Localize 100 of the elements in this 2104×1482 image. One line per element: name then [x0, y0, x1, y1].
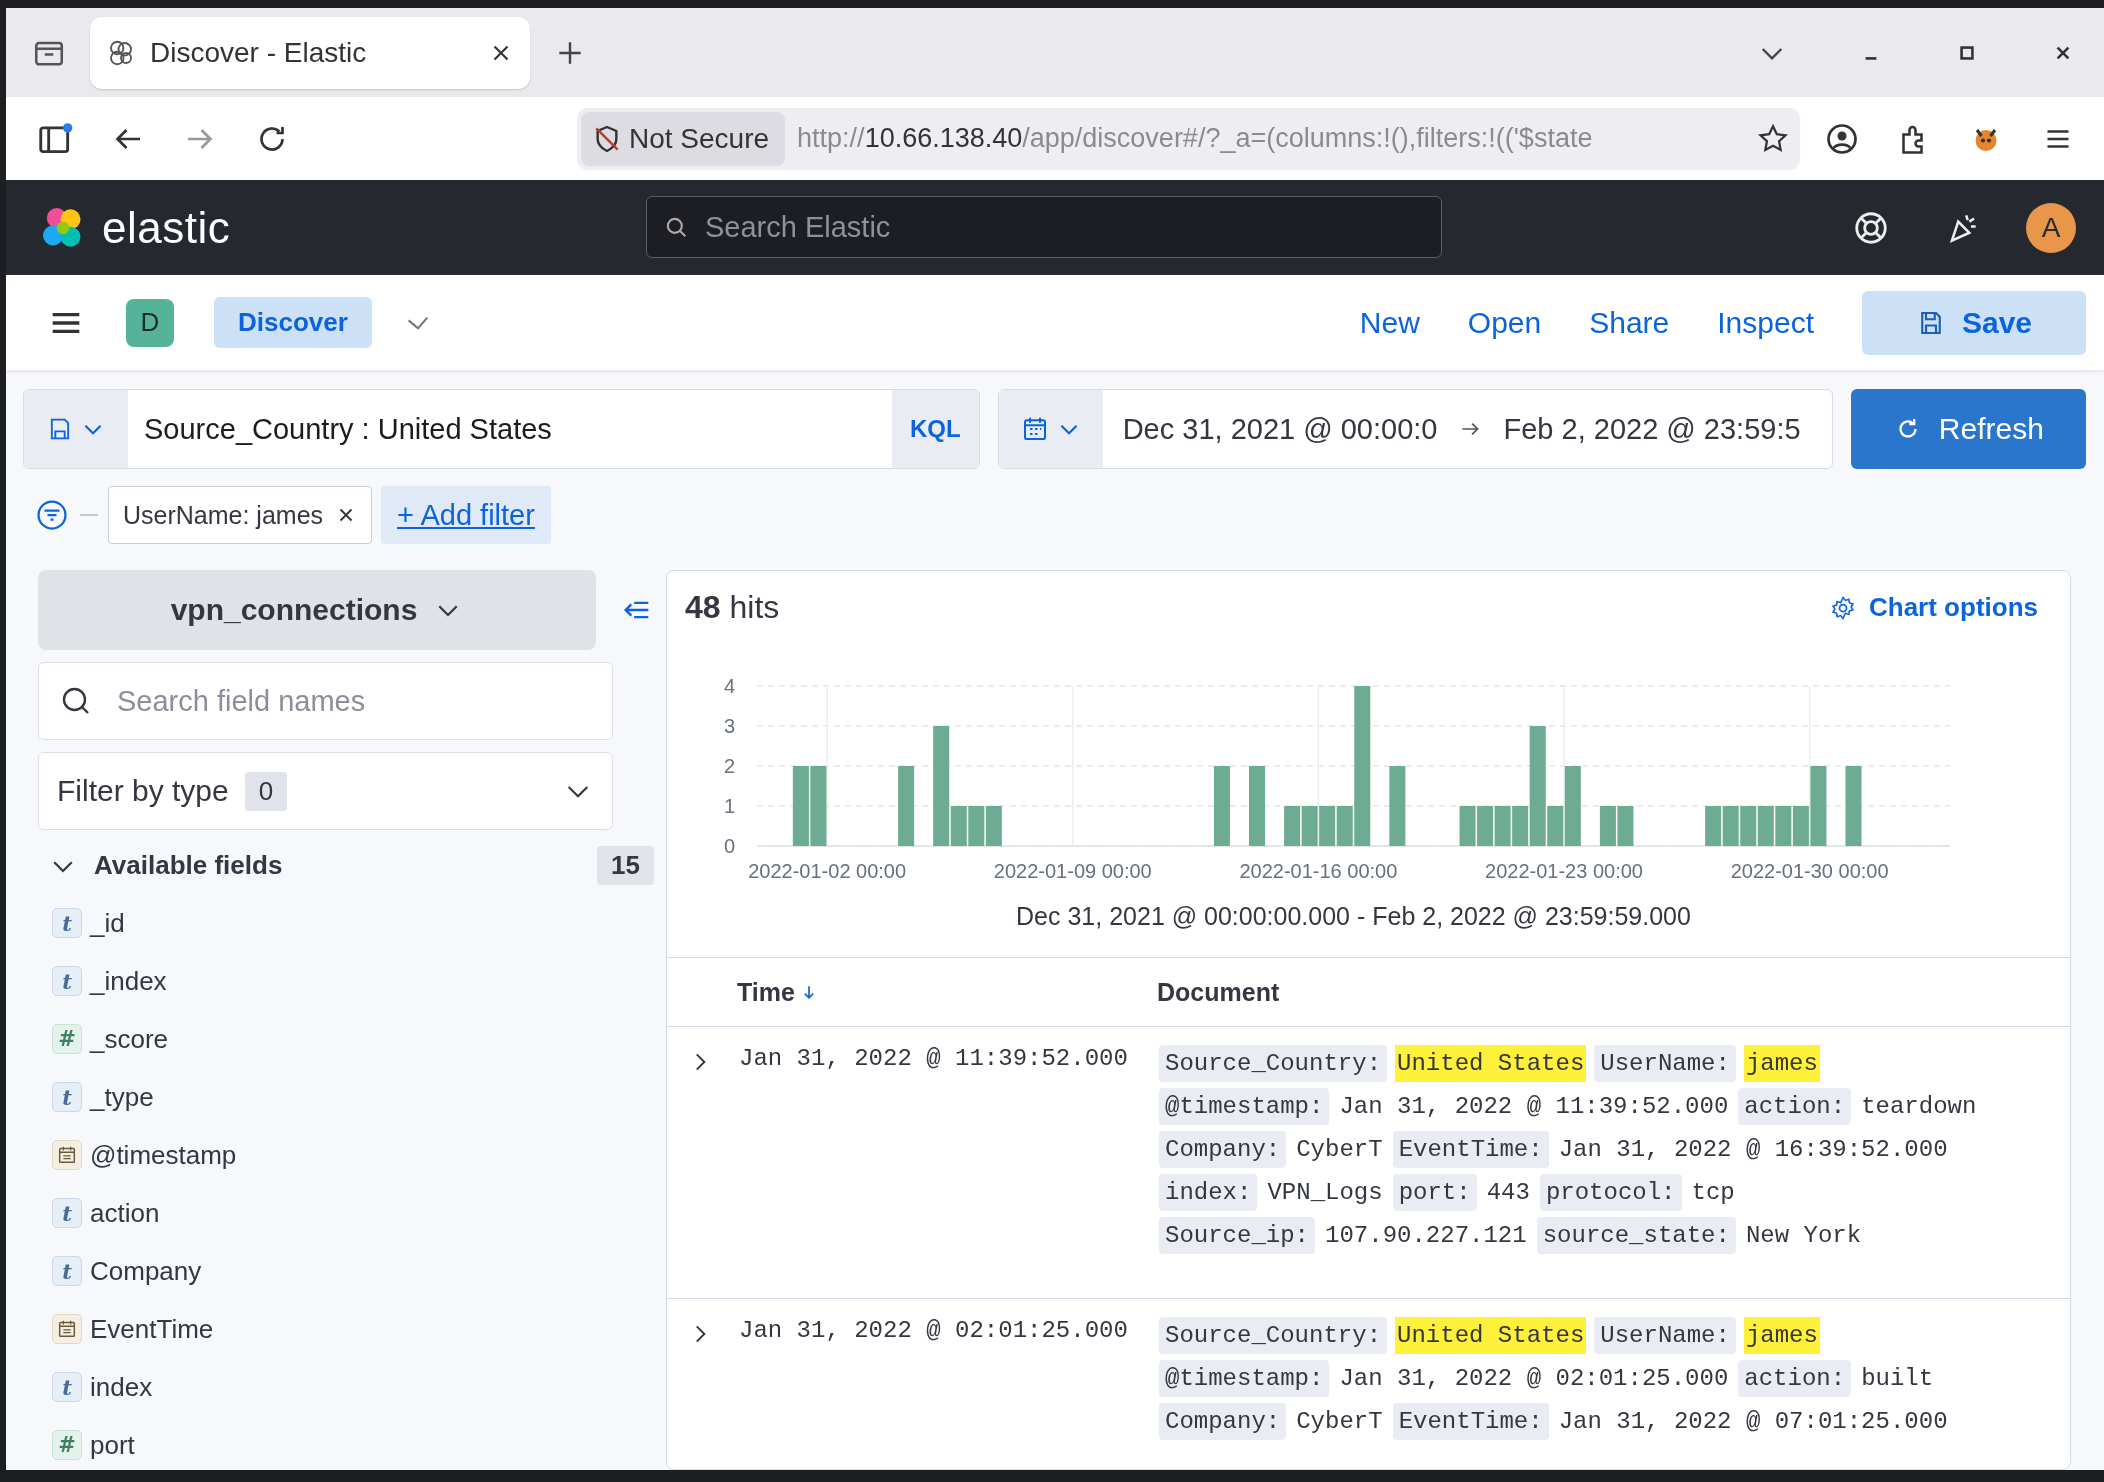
language-toggle[interactable]: KQL: [892, 390, 979, 468]
date-type-icon: [52, 1314, 82, 1344]
x-tick-label: 2022-01-09 00:00: [993, 860, 1152, 882]
histogram-bar[interactable]: [898, 766, 915, 846]
histogram-bar[interactable]: [792, 766, 809, 846]
breadcrumb[interactable]: Discover: [214, 297, 372, 348]
histogram-bar[interactable]: [1547, 806, 1564, 846]
field-search[interactable]: Search field names: [38, 662, 613, 740]
histogram-bar[interactable]: [1705, 806, 1722, 846]
histogram-bar[interactable]: [1845, 766, 1862, 846]
y-tick-label: 2: [723, 755, 735, 777]
histogram-bar[interactable]: [1494, 806, 1511, 846]
toolbar-link[interactable]: New: [1359, 305, 1420, 340]
toolbar-link[interactable]: Share: [1589, 305, 1670, 340]
histogram-bar[interactable]: [1599, 806, 1616, 846]
filter-menu-icon[interactable]: [34, 497, 70, 533]
security-indicator[interactable]: Not Secure: [581, 111, 786, 166]
search-field[interactable]: Search Elastic: [646, 196, 1442, 258]
field-key: index:: [1159, 1174, 1258, 1211]
histogram-bar[interactable]: [968, 806, 985, 846]
field-key: Source_Country:: [1159, 1317, 1388, 1354]
histogram-bar[interactable]: [1740, 806, 1757, 846]
field-value: Jan 31, 2022 @ 02:01:25.000: [1338, 1364, 1730, 1394]
quick-select-button[interactable]: [998, 390, 1103, 468]
add-filter-link[interactable]: + Add filter: [381, 486, 551, 544]
histogram-bar[interactable]: [1529, 726, 1546, 846]
section-title[interactable]: Available fields: [94, 850, 283, 881]
field-value: Jan 31, 2022 @ 11:39:52.000: [1338, 1092, 1730, 1122]
histogram-bar[interactable]: [1792, 806, 1809, 846]
index-pattern-selector[interactable]: vpn_connections: [38, 570, 596, 650]
number-type-icon: #: [52, 1430, 82, 1460]
histogram-bar[interactable]: [1775, 806, 1792, 846]
histogram-bar[interactable]: [1284, 806, 1301, 846]
field-key: Source_ip:: [1159, 1217, 1316, 1254]
histogram-bar[interactable]: [1249, 766, 1266, 846]
toolbar-link[interactable]: Inspect: [1717, 305, 1814, 340]
histogram-bar[interactable]: [933, 726, 950, 846]
histogram-bar[interactable]: [1319, 806, 1336, 846]
histogram-bar[interactable]: [1213, 766, 1230, 846]
y-tick-label: 0: [723, 835, 735, 857]
field-name[interactable]: _score: [90, 1023, 169, 1055]
field-key: action:: [1738, 1360, 1852, 1397]
date-type-icon: [52, 1140, 82, 1170]
field-value: New York: [1744, 1221, 1863, 1251]
y-tick-label: 4: [723, 675, 735, 697]
column-header[interactable]: Time: [737, 977, 1157, 1007]
field-value: built: [1860, 1364, 1935, 1394]
query-field[interactable]: Source_Country : United States KQL: [23, 389, 980, 469]
field-name[interactable]: action: [90, 1197, 160, 1229]
histogram-bar[interactable]: [1459, 806, 1476, 846]
chart-options-button[interactable]: Chart options: [1829, 592, 2038, 623]
field-key: UserName:: [1594, 1317, 1736, 1354]
histogram-bar[interactable]: [810, 766, 827, 846]
field-name[interactable]: Company: [90, 1255, 202, 1287]
field-name[interactable]: _index: [90, 965, 167, 997]
x-tick-label: 2022-01-30 00:00: [1730, 860, 1889, 882]
string-type-icon: t: [52, 966, 82, 996]
column-header[interactable]: Document: [1157, 977, 1280, 1007]
field-name[interactable]: EventTime: [90, 1313, 214, 1345]
filter-pill[interactable]: UserName: james: [108, 486, 373, 544]
toolbar-link[interactable]: Open: [1467, 305, 1542, 340]
histogram-bar[interactable]: [1354, 686, 1371, 846]
histogram-bar[interactable]: [1477, 806, 1494, 846]
field-name[interactable]: _id: [90, 907, 125, 939]
save-button[interactable]: Save: [1862, 290, 2086, 355]
start-date[interactable]: Dec 31, 2021 @ 00:00:0: [1122, 412, 1438, 446]
field-value: 107.90.227.121: [1324, 1221, 1528, 1251]
field-key: action:: [1738, 1088, 1852, 1125]
url-text: http://10.66.138.40/app/discover#/?_a=(columns:!(),filters:!(('$state: [797, 123, 1594, 154]
field-key: Source_Country:: [1159, 1045, 1388, 1082]
end-date[interactable]: Feb 2, 2022 @ 23:59:5: [1503, 412, 1801, 446]
field-name[interactable]: _type: [90, 1081, 154, 1113]
field-name[interactable]: @timestamp: [90, 1139, 237, 1171]
user-avatar[interactable]: A: [2026, 202, 2076, 253]
url-field[interactable]: Not Secure http://10.66.138.40/app/discover#/?_a=(columns:!(),filters:!(('$state: [577, 107, 1800, 170]
space-avatar[interactable]: D: [126, 298, 174, 347]
histogram-bar[interactable]: [1617, 806, 1634, 846]
filter-by-type-dropdown[interactable]: Filter by type 0: [38, 752, 613, 830]
field-name[interactable]: index: [90, 1371, 153, 1403]
x-tick-label: 2022-01-16 00:00: [1239, 860, 1398, 882]
histogram-bar[interactable]: [1810, 766, 1827, 846]
string-type-icon: t: [52, 1372, 82, 1402]
field-value: james: [1743, 1317, 1820, 1354]
histogram-bar[interactable]: [1722, 806, 1739, 846]
histogram-bar[interactable]: [1336, 806, 1353, 846]
histogram-bar[interactable]: [1389, 766, 1406, 846]
histogram-bar[interactable]: [1757, 806, 1774, 846]
field-key: port:: [1392, 1174, 1477, 1211]
field-name[interactable]: port: [90, 1429, 135, 1461]
y-tick-label: 3: [723, 715, 735, 737]
saved-query-button[interactable]: [24, 390, 128, 468]
date-range-picker[interactable]: Dec 31, 2021 @ 00:00:0 Feb 2, 2022 @ 23:59:5: [997, 389, 1833, 469]
histogram-bar[interactable]: [985, 806, 1002, 846]
histogram-bar[interactable]: [950, 806, 967, 846]
browser-tab[interactable]: Discover - Elastic: [90, 16, 530, 89]
field-value: Jan 31, 2022 @ 07:01:25.000: [1557, 1407, 1949, 1437]
refresh-button[interactable]: Refresh: [1850, 389, 2086, 469]
field-value: tcp: [1690, 1178, 1736, 1208]
histogram-bar[interactable]: [1512, 806, 1529, 846]
histogram-bar[interactable]: [1301, 806, 1318, 846]
